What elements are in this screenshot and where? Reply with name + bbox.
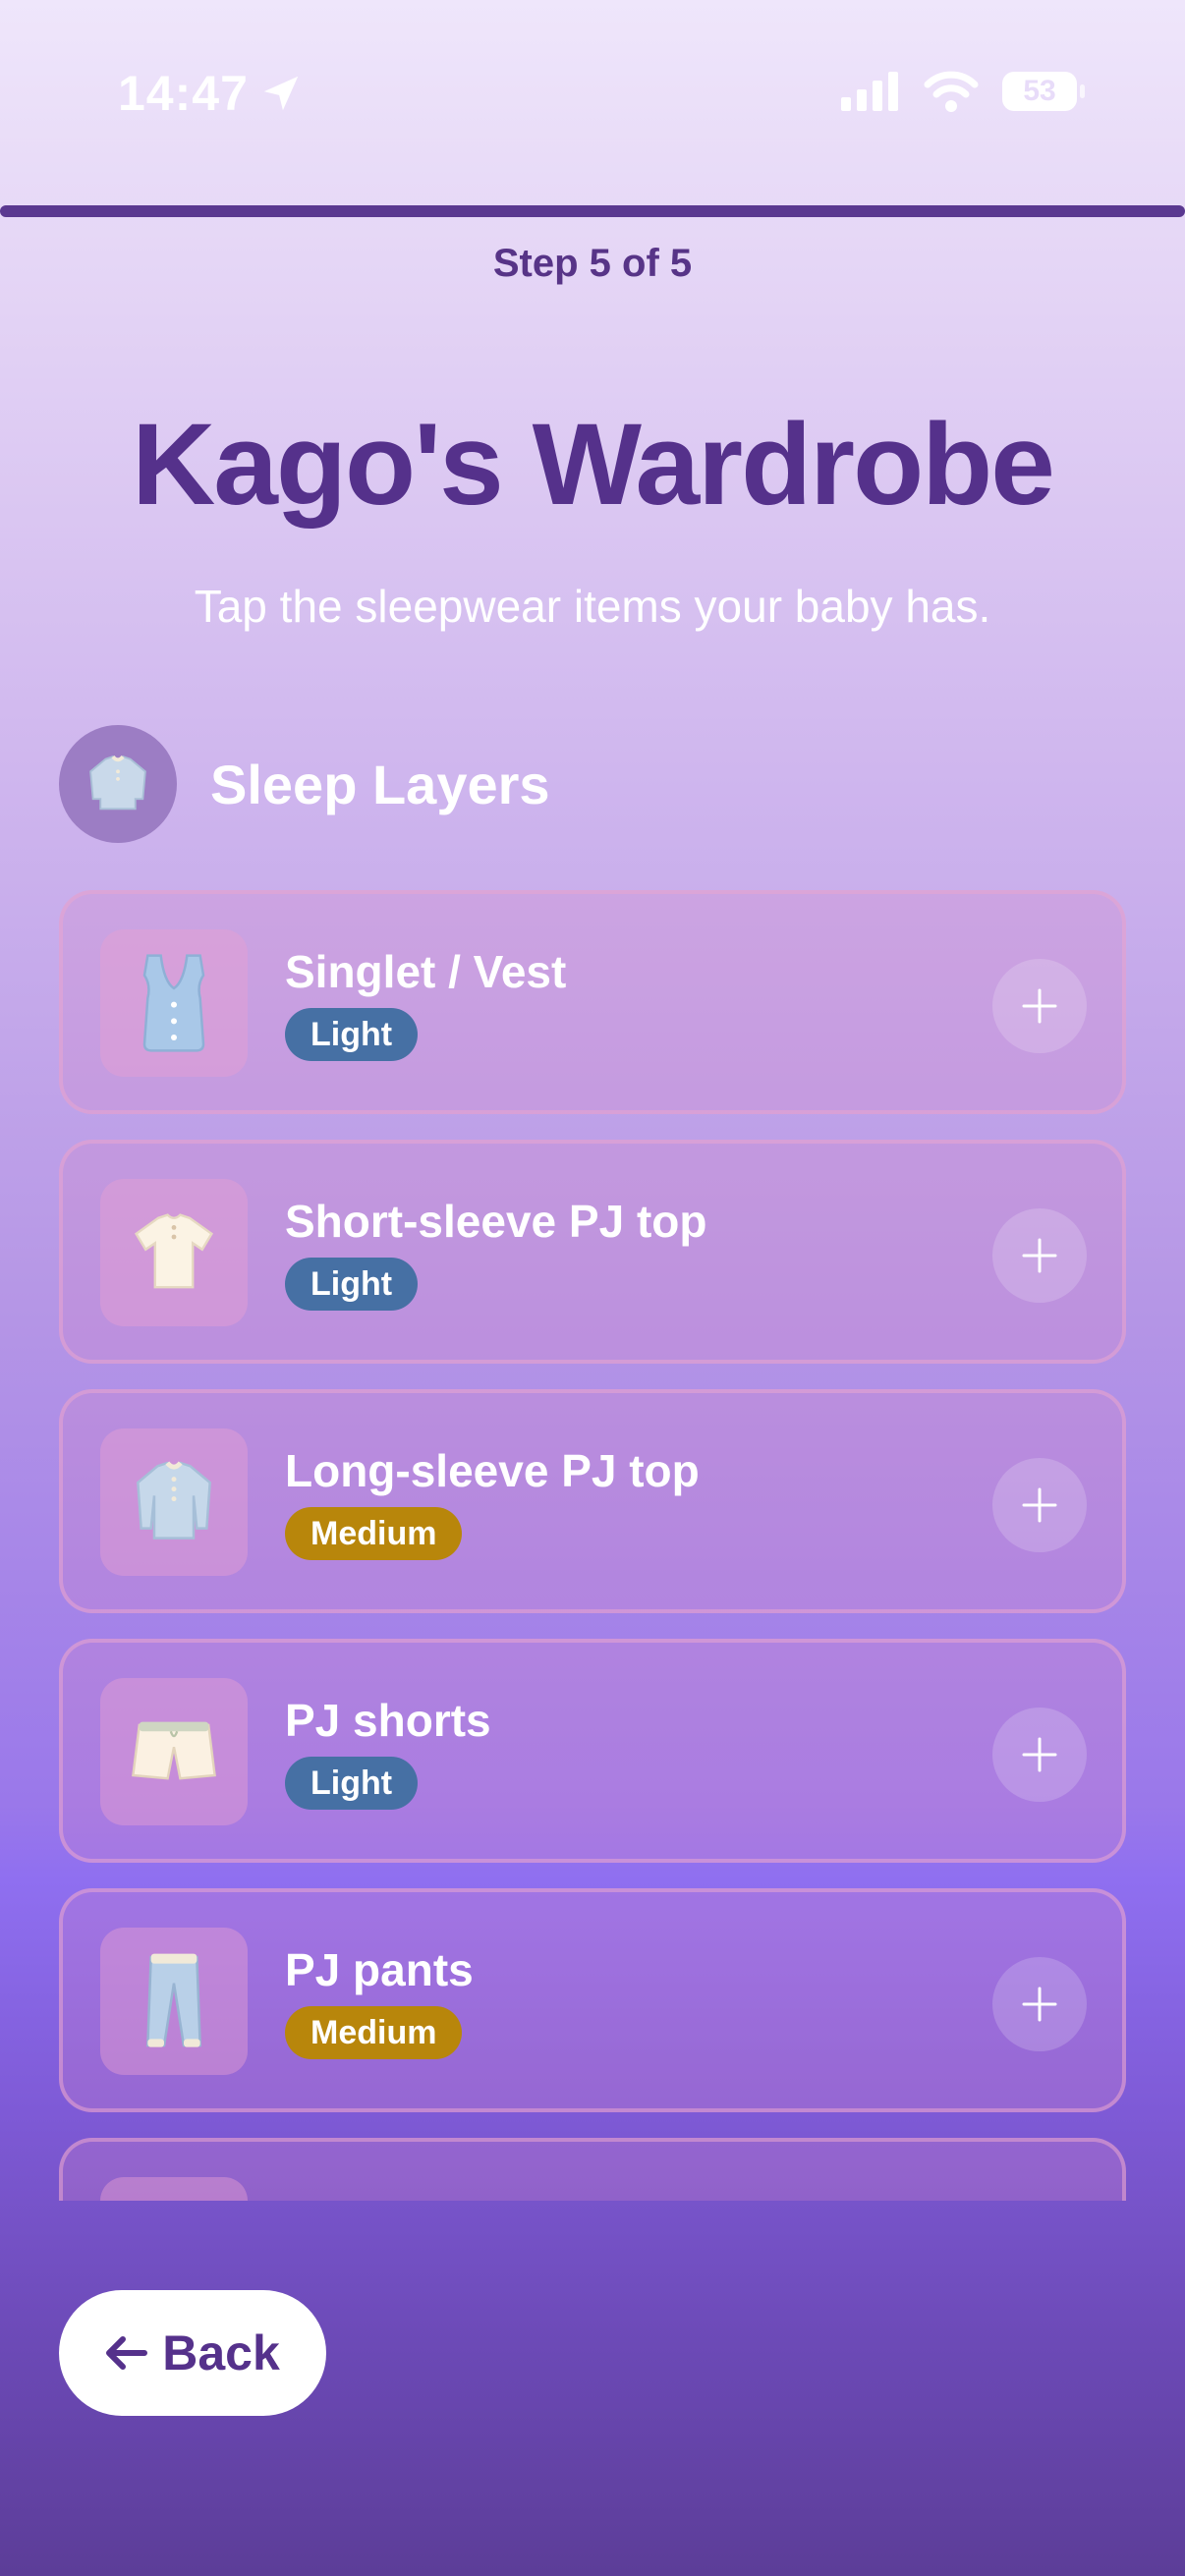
step-indicator: Step 5 of 5 (492, 242, 693, 285)
plus-icon (1022, 1987, 1057, 2022)
warmth-badge: Medium (285, 2006, 463, 2059)
status-time: 14:47 (118, 65, 304, 122)
arrow-left-icon (106, 2336, 148, 2370)
wifi-icon (924, 71, 979, 112)
page-subtitle: Tap the sleepwear items your baby has. (194, 581, 991, 632)
item-card-long-sleeve-top[interactable]: Long-sleeve PJ top Medium (59, 1389, 1126, 1613)
plus-icon (1022, 988, 1057, 1024)
add-button[interactable] (992, 1458, 1087, 1552)
status-bar: 14:47 53 (0, 0, 1185, 196)
status-indicators: 53 (841, 71, 1085, 112)
location-arrow-icon (263, 76, 299, 111)
back-label: Back (162, 2325, 280, 2380)
item-name: PJ pants (285, 1944, 474, 1995)
item-list: Singlet / Vest Light Short-sleeve PJ top… (59, 890, 1126, 2201)
add-button[interactable] (992, 1208, 1087, 1303)
section-title: Sleep Layers (210, 753, 550, 815)
item-name: Short-sleeve PJ top (285, 1196, 707, 1247)
progress-bar (0, 205, 1185, 217)
plus-icon (1022, 1737, 1057, 1772)
warmth-badge: Light (285, 1008, 419, 1061)
battery-level: 53 (1023, 75, 1056, 107)
back-button[interactable]: Back (59, 2290, 326, 2416)
add-button[interactable] (992, 1957, 1087, 2051)
add-button[interactable] (992, 1708, 1087, 1802)
tshirt-icon (100, 1179, 248, 1326)
signal-icon (841, 72, 898, 111)
add-button[interactable] (992, 959, 1087, 1053)
item-card-pj-pants[interactable]: PJ pants Medium (59, 1888, 1126, 2112)
long-sleeve-top-icon (59, 725, 177, 843)
warmth-badge: Medium (285, 1507, 463, 1560)
item-name: Singlet / Vest (285, 946, 567, 997)
battery-indicator: 53 (1002, 72, 1085, 111)
warmth-badge: Light (285, 1757, 419, 1810)
item-card-partial[interactable] (59, 2138, 1126, 2201)
item-name: Long-sleeve PJ top (285, 1445, 700, 1496)
time-text: 14:47 (118, 66, 249, 121)
warmth-badge: Light (285, 1258, 419, 1311)
item-card-pj-shorts[interactable]: PJ shorts Light (59, 1639, 1126, 1863)
item-name: PJ shorts (285, 1695, 491, 1746)
section-header: Sleep Layers (59, 725, 550, 843)
page-title: Kago's Wardrobe (132, 400, 1055, 530)
item-card-singlet[interactable]: Singlet / Vest Light (59, 890, 1126, 1114)
item-card-short-sleeve-top[interactable]: Short-sleeve PJ top Light (59, 1140, 1126, 1364)
vest-icon (100, 929, 248, 1077)
pants-icon (100, 1928, 248, 2075)
plus-icon (1022, 1487, 1057, 1523)
long-sleeve-top-icon (100, 1428, 248, 1576)
shorts-icon (100, 1678, 248, 1825)
plus-icon (1022, 1238, 1057, 1273)
item-thumbnail (100, 2177, 248, 2201)
